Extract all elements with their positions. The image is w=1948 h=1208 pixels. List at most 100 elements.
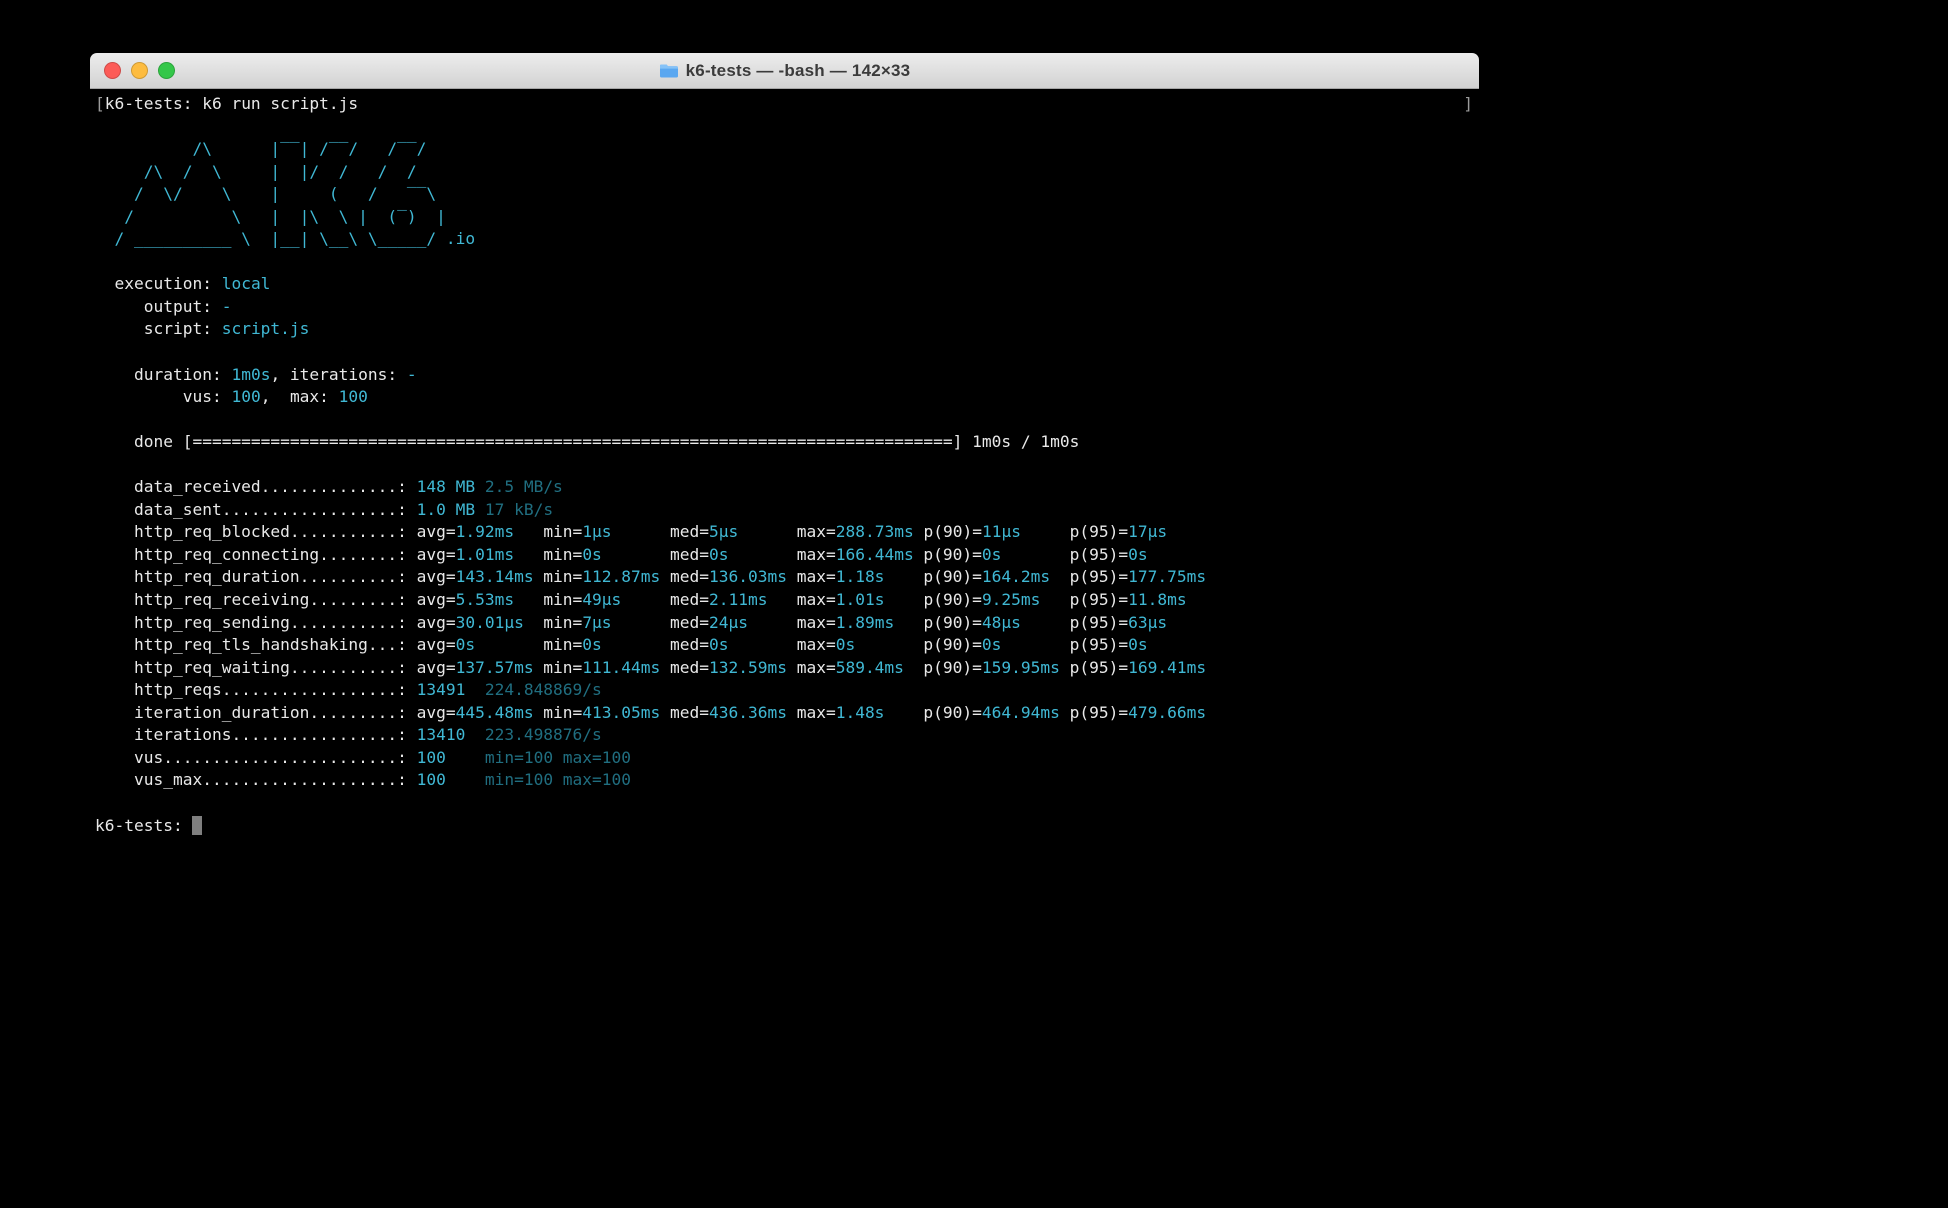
line-content: http_req_receiving.........: avg=5.53ms … xyxy=(95,589,1187,612)
text-segment: 2.5 MB/s xyxy=(475,477,563,496)
metric-vus-max: vus_max....................: 100 min=100… xyxy=(95,769,1473,792)
line-content: / \/ \ | ( / ‾‾\ xyxy=(95,183,436,206)
terminal-line xyxy=(95,341,1473,364)
text-segment: 0s xyxy=(709,635,729,654)
text-segment: iteration_duration.........: avg= xyxy=(95,703,456,722)
line-content: output: - xyxy=(95,296,231,319)
window-title: k6-tests — -bash — 142×33 xyxy=(686,61,911,81)
folder-icon xyxy=(659,63,679,79)
text-segment: 136.03ms xyxy=(709,567,787,586)
text-segment: http_req_blocked...........: avg= xyxy=(95,522,456,541)
line-content: /\ |‾‾| /‾‾/ /‾‾/ xyxy=(95,138,426,161)
line-content: / \ | |\ \ | (‾) | xyxy=(95,206,446,229)
metric-vus: vus........................: 100 min=100… xyxy=(95,747,1473,770)
terminal-output[interactable]: [k6-tests: k6 run script.js] /\ |‾‾| /‾‾… xyxy=(90,89,1479,844)
text-segment: p(90)= xyxy=(904,658,982,677)
text-segment: ] xyxy=(1463,93,1473,116)
text-segment: max= xyxy=(787,703,836,722)
text-segment: med= xyxy=(602,635,709,654)
text-segment: 169.41ms xyxy=(1128,658,1206,677)
text-segment: 479.66ms xyxy=(1128,703,1206,722)
text-segment: p(95)= xyxy=(1001,545,1128,564)
text-segment: 1.01ms xyxy=(456,545,514,564)
text-segment: 177.75ms xyxy=(1128,567,1206,586)
text-segment: 159.95ms xyxy=(982,658,1060,677)
metric-http-reqs: http_reqs..................: 13491 224.8… xyxy=(95,679,1473,702)
text-segment: http_req_tls_handshaking...: avg= xyxy=(95,635,456,654)
text-segment: http_reqs..................: xyxy=(95,680,417,699)
metric-http-req-blocked: http_req_blocked...........: avg=1.92ms … xyxy=(95,521,1473,544)
text-segment: - xyxy=(407,365,417,384)
text-segment: 132.59ms xyxy=(709,658,787,677)
text-segment: execution: xyxy=(95,274,222,293)
text-segment: 1m0s xyxy=(231,365,270,384)
text-segment: http_req_sending...........: avg= xyxy=(95,613,456,632)
text-segment: script.js xyxy=(222,319,310,338)
line-content: data_sent..................: 1.0 MB 17 k… xyxy=(95,499,553,522)
text-segment: med= xyxy=(602,545,709,564)
text-segment: http_req_duration..........: avg= xyxy=(95,567,456,586)
text-segment: 0s xyxy=(1128,545,1148,564)
block-cursor xyxy=(192,816,202,835)
text-segment: vus_max....................: xyxy=(95,770,417,789)
text-segment: p(90)= xyxy=(884,590,981,609)
text-segment: 413.05ms xyxy=(582,703,660,722)
text-segment: 464.94ms xyxy=(982,703,1060,722)
k6-logo-line: /\ |‾‾| /‾‾/ /‾‾/ xyxy=(95,138,1473,161)
metric-iterations: iterations.................: 13410 223.4… xyxy=(95,724,1473,747)
terminal-line xyxy=(95,251,1473,274)
text-segment: p(90)= xyxy=(884,703,981,722)
text-segment: 100 xyxy=(231,387,260,406)
text-segment: 2.11ms xyxy=(709,590,767,609)
text-segment: duration: xyxy=(95,365,231,384)
terminal-line xyxy=(95,409,1473,432)
desktop: { "window": { "title": "k6-tests — -bash… xyxy=(0,0,1948,1208)
text-segment: 0s xyxy=(982,545,1002,564)
text-segment: p(90)= xyxy=(894,613,982,632)
metric-http-req-connecting: http_req_connecting........: avg=1.01ms … xyxy=(95,544,1473,567)
text-segment: 30.01µs xyxy=(456,613,524,632)
line-content: http_req_tls_handshaking...: avg=0s min=… xyxy=(95,634,1148,657)
line-content: /\ / \ | |/ / / / xyxy=(95,161,417,184)
text-segment: min= xyxy=(534,658,583,677)
text-segment: / \ | |\ \ | (‾) | xyxy=(95,207,446,226)
text-segment: p(90)= xyxy=(914,522,982,541)
text-segment: vus........................: xyxy=(95,748,417,767)
text-segment: 13410 xyxy=(417,725,466,744)
text-segment: 100 xyxy=(417,770,446,789)
line-content: [k6-tests: k6 run script.js xyxy=(95,93,358,116)
minimize-button[interactable] xyxy=(131,62,148,79)
metric-http-req-receiving: http_req_receiving.........: avg=5.53ms … xyxy=(95,589,1473,612)
text-segment: /\ |‾‾| /‾‾/ /‾‾/ xyxy=(95,139,426,158)
text-segment: 1.0 MB xyxy=(417,500,475,519)
text-segment: 5µs xyxy=(709,522,738,541)
metric-http-req-sending: http_req_sending...........: avg=30.01µs… xyxy=(95,612,1473,635)
text-segment: http_req_connecting........: avg= xyxy=(95,545,456,564)
line-content: k6-tests: xyxy=(95,815,202,838)
text-segment: p(95)= xyxy=(1001,635,1128,654)
text-segment: / __________ \ |__| \__\ \_____/ .io xyxy=(95,229,475,248)
text-segment: min=100 max=100 xyxy=(446,770,631,789)
k6-logo-line: / \ | |\ \ | (‾) | xyxy=(95,206,1473,229)
line-content: vus_max....................: 100 min=100… xyxy=(95,769,631,792)
text-segment: 63µs xyxy=(1128,613,1167,632)
text-segment: med= xyxy=(660,567,709,586)
text-segment: vus: xyxy=(95,387,231,406)
close-button[interactable] xyxy=(104,62,121,79)
window-title-group: k6-tests — -bash — 142×33 xyxy=(659,61,911,81)
text-segment: 1µs xyxy=(582,522,611,541)
line-content: script: script.js xyxy=(95,318,309,341)
text-segment: http_req_waiting...........: avg= xyxy=(95,658,456,677)
zoom-button[interactable] xyxy=(158,62,175,79)
titlebar[interactable]: k6-tests — -bash — 142×33 xyxy=(90,53,1479,89)
progress-bar-line: done [==================================… xyxy=(95,431,1473,454)
text-segment: 288.73ms xyxy=(836,522,914,541)
text-segment: 1.01s xyxy=(836,590,885,609)
text-segment: k6-tests: k6 run script.js xyxy=(105,94,358,113)
terminal-window: k6-tests — -bash — 142×33 [k6-tests: k6 … xyxy=(90,53,1479,844)
text-segment: min= xyxy=(534,567,583,586)
text-segment: , iterations: xyxy=(270,365,406,384)
text-segment: min= xyxy=(524,613,582,632)
vus-settings-line: vus: 100, max: 100 xyxy=(95,386,1473,409)
text-segment: p(95)= xyxy=(1060,658,1128,677)
